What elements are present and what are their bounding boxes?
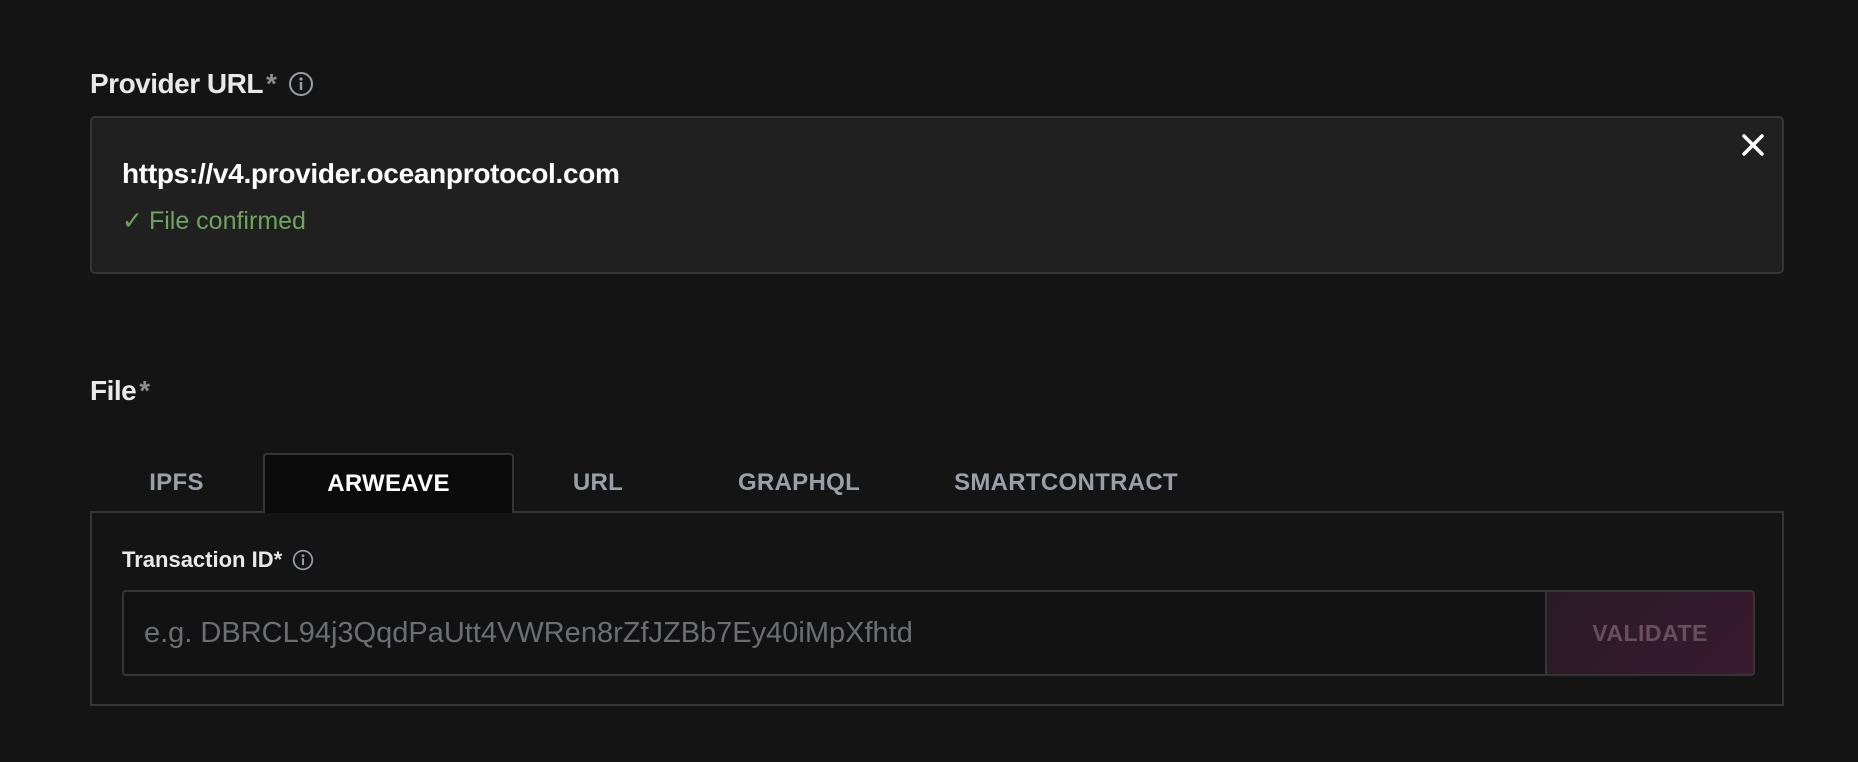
file-confirmed-status: ✓ File confirmed <box>122 206 306 236</box>
file-label-text: File <box>90 375 137 406</box>
close-icon <box>1742 134 1764 156</box>
transaction-id-label-text: Transaction ID* <box>122 547 283 572</box>
arweave-panel: Transaction ID* VALIDATE <box>90 511 1784 706</box>
file-confirmed-text: File confirmed <box>148 206 306 235</box>
page: Provider URL * https://v4.provider.ocean… <box>0 0 1858 762</box>
tab-ipfs[interactable]: IPFS <box>90 453 263 512</box>
transaction-id-label: Transaction ID* <box>122 547 314 573</box>
tab-url[interactable]: URL <box>514 453 682 512</box>
info-circle-icon[interactable] <box>292 549 314 571</box>
required-mark: * <box>139 375 150 406</box>
transaction-id-input-group: VALIDATE <box>122 590 1755 676</box>
close-button[interactable] <box>1738 130 1768 160</box>
transaction-id-input[interactable] <box>122 590 1545 676</box>
provider-url-box: https://v4.provider.oceanprotocol.com ✓ … <box>90 116 1784 274</box>
tab-arweave[interactable]: ARWEAVE <box>263 453 514 513</box>
provider-url-value: https://v4.provider.oceanprotocol.com <box>122 158 620 189</box>
provider-url-label-text: Provider URL <box>90 68 263 99</box>
provider-url-label: Provider URL * <box>90 68 314 100</box>
file-type-tabs: IPFS ARWEAVE URL GRAPHQL SMARTCONTRACT <box>90 453 1784 513</box>
validate-button[interactable]: VALIDATE <box>1545 590 1755 676</box>
info-circle-icon[interactable] <box>288 71 314 97</box>
file-label: File * <box>90 375 150 407</box>
required-mark: * <box>265 68 277 99</box>
tab-smartcontract[interactable]: SMARTCONTRACT <box>916 453 1216 512</box>
tab-graphql[interactable]: GRAPHQL <box>682 453 916 512</box>
check-icon: ✓ <box>122 207 143 235</box>
